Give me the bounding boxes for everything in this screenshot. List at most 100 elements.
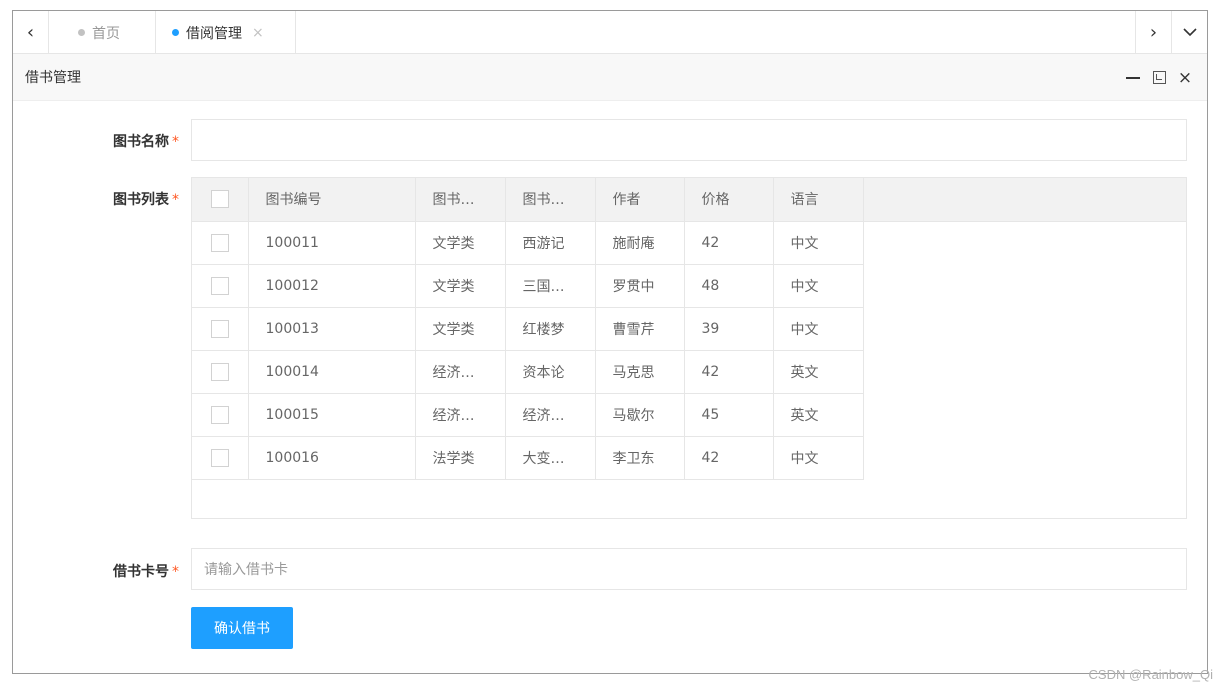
tab-dot-icon	[78, 29, 85, 36]
card-no-label: 借书卡号 *	[59, 561, 179, 581]
table-row[interactable]: 100016 法学类 大变… 李卫东 42 中文	[192, 436, 864, 480]
tab-menu-button[interactable]	[1171, 11, 1207, 54]
minimize-icon	[1126, 76, 1140, 79]
panel-header: 借书管理 ×	[13, 54, 1207, 101]
maximize-button[interactable]	[1151, 70, 1167, 86]
col-header-language[interactable]: 语言	[773, 178, 864, 222]
row-checkbox-cell	[192, 221, 249, 265]
cell-book-id: 100014	[248, 350, 416, 394]
table-row[interactable]: 100011 文学类 西游记 施耐庵 42 中文	[192, 221, 864, 265]
cell-language: 英文	[773, 350, 864, 394]
tab-close-icon[interactable]: ×	[252, 25, 264, 41]
book-name-label: 图书名称 *	[59, 131, 179, 151]
panel-title: 借书管理	[25, 70, 81, 86]
book-name-label-text: 图书名称	[113, 134, 169, 150]
close-button[interactable]: ×	[1177, 67, 1193, 88]
tab-dot-icon	[172, 29, 179, 36]
cell-category: 法学类	[415, 436, 506, 480]
col-header-book-title[interactable]: 图书…	[505, 178, 596, 222]
cell-language: 中文	[773, 436, 864, 480]
minimize-button[interactable]	[1125, 70, 1141, 86]
book-grid: 图书编号 图书… 图书… 作者 价格 语言 100011 文学类 西游记 施耐庵…	[192, 178, 864, 480]
row-checkbox-cell	[192, 436, 249, 480]
maximize-icon	[1152, 71, 1166, 84]
cell-book-id: 100013	[248, 307, 416, 351]
cell-title: 西游记	[505, 221, 596, 265]
cell-title: 三国…	[505, 264, 596, 308]
row-checkbox[interactable]	[210, 448, 229, 467]
cell-category: 经济…	[415, 393, 506, 437]
col-header-author[interactable]: 作者	[595, 178, 685, 222]
cell-book-id: 100015	[248, 393, 416, 437]
col-header-book-id[interactable]: 图书编号	[248, 178, 416, 222]
row-checkbox[interactable]	[210, 362, 229, 381]
required-mark: *	[172, 192, 179, 208]
col-header-price[interactable]: 价格	[684, 178, 774, 222]
cell-book-id: 100011	[248, 221, 416, 265]
book-list-label-text: 图书列表	[113, 192, 169, 208]
row-checkbox-cell	[192, 350, 249, 394]
cell-title: 大变…	[505, 436, 596, 480]
table-row[interactable]: 100013 文学类 红楼梦 曹雪芹 39 中文	[192, 307, 864, 351]
chevron-left-icon: ‹	[26, 22, 35, 43]
card-no-input[interactable]: 请输入借书卡	[191, 548, 1187, 590]
cell-author: 李卫东	[595, 436, 685, 480]
cell-price: 39	[684, 307, 774, 351]
tab-borrow-management[interactable]: 借阅管理 ×	[156, 11, 296, 54]
row-checkbox-cell	[192, 393, 249, 437]
window-controls: ×	[1125, 54, 1193, 101]
cell-price: 42	[684, 436, 774, 480]
book-table: 图书编号 图书… 图书… 作者 价格 语言 100011 文学类 西游记 施耐庵…	[191, 177, 1187, 519]
required-mark: *	[172, 134, 179, 150]
chevron-right-icon: ›	[1149, 22, 1158, 43]
select-all-cell	[192, 178, 249, 222]
cell-price: 45	[684, 393, 774, 437]
col-header-book-category[interactable]: 图书…	[415, 178, 506, 222]
table-row[interactable]: 100015 经济… 经济… 马歇尔 45 英文	[192, 393, 864, 437]
cell-author: 马歇尔	[595, 393, 685, 437]
table-header-row: 图书编号 图书… 图书… 作者 价格 语言	[192, 178, 864, 222]
cell-price: 48	[684, 264, 774, 308]
table-row[interactable]: 100014 经济… 资本论 马克思 42 英文	[192, 350, 864, 394]
close-icon: ×	[1177, 67, 1193, 88]
tab-bar: ‹ 首页 借阅管理 × ›	[13, 11, 1207, 54]
cell-book-id: 100012	[248, 264, 416, 308]
watermark: CSDN @Rainbow_Qi	[1088, 667, 1213, 682]
cell-author: 施耐庵	[595, 221, 685, 265]
chevron-down-icon	[1182, 28, 1197, 37]
row-checkbox-cell	[192, 307, 249, 351]
tab-label: 首页	[92, 25, 120, 42]
cell-language: 中文	[773, 221, 864, 265]
select-all-checkbox[interactable]	[210, 190, 229, 209]
cell-title: 红楼梦	[505, 307, 596, 351]
row-checkbox[interactable]	[210, 319, 229, 338]
row-checkbox[interactable]	[210, 405, 229, 424]
cell-author: 罗贯中	[595, 264, 685, 308]
cell-category: 文学类	[415, 307, 506, 351]
cell-author: 马克思	[595, 350, 685, 394]
row-checkbox[interactable]	[210, 276, 229, 295]
cell-language: 中文	[773, 264, 864, 308]
cell-price: 42	[684, 350, 774, 394]
card-no-label-text: 借书卡号	[113, 564, 169, 580]
cell-category: 文学类	[415, 264, 506, 308]
required-mark: *	[172, 564, 179, 580]
row-checkbox-cell	[192, 264, 249, 308]
cell-price: 42	[684, 221, 774, 265]
row-checkbox[interactable]	[210, 233, 229, 252]
cell-language: 中文	[773, 307, 864, 351]
tab-next-button[interactable]: ›	[1135, 11, 1171, 54]
book-list-label: 图书列表 *	[59, 189, 179, 209]
tab-label: 借阅管理	[186, 25, 242, 42]
confirm-borrow-button[interactable]: 确认借书	[191, 607, 293, 649]
app-frame: ‹ 首页 借阅管理 × › 借书管理 × 图书名称 * 图书列表 * 图书编号 …	[12, 10, 1208, 674]
cell-book-id: 100016	[248, 436, 416, 480]
tab-prev-button[interactable]: ‹	[13, 11, 49, 54]
tab-home[interactable]: 首页	[50, 11, 156, 54]
cell-language: 英文	[773, 393, 864, 437]
cell-category: 文学类	[415, 221, 506, 265]
table-row[interactable]: 100012 文学类 三国… 罗贯中 48 中文	[192, 264, 864, 308]
cell-category: 经济…	[415, 350, 506, 394]
table-header-fill	[863, 178, 1186, 222]
book-name-input[interactable]	[191, 119, 1187, 161]
